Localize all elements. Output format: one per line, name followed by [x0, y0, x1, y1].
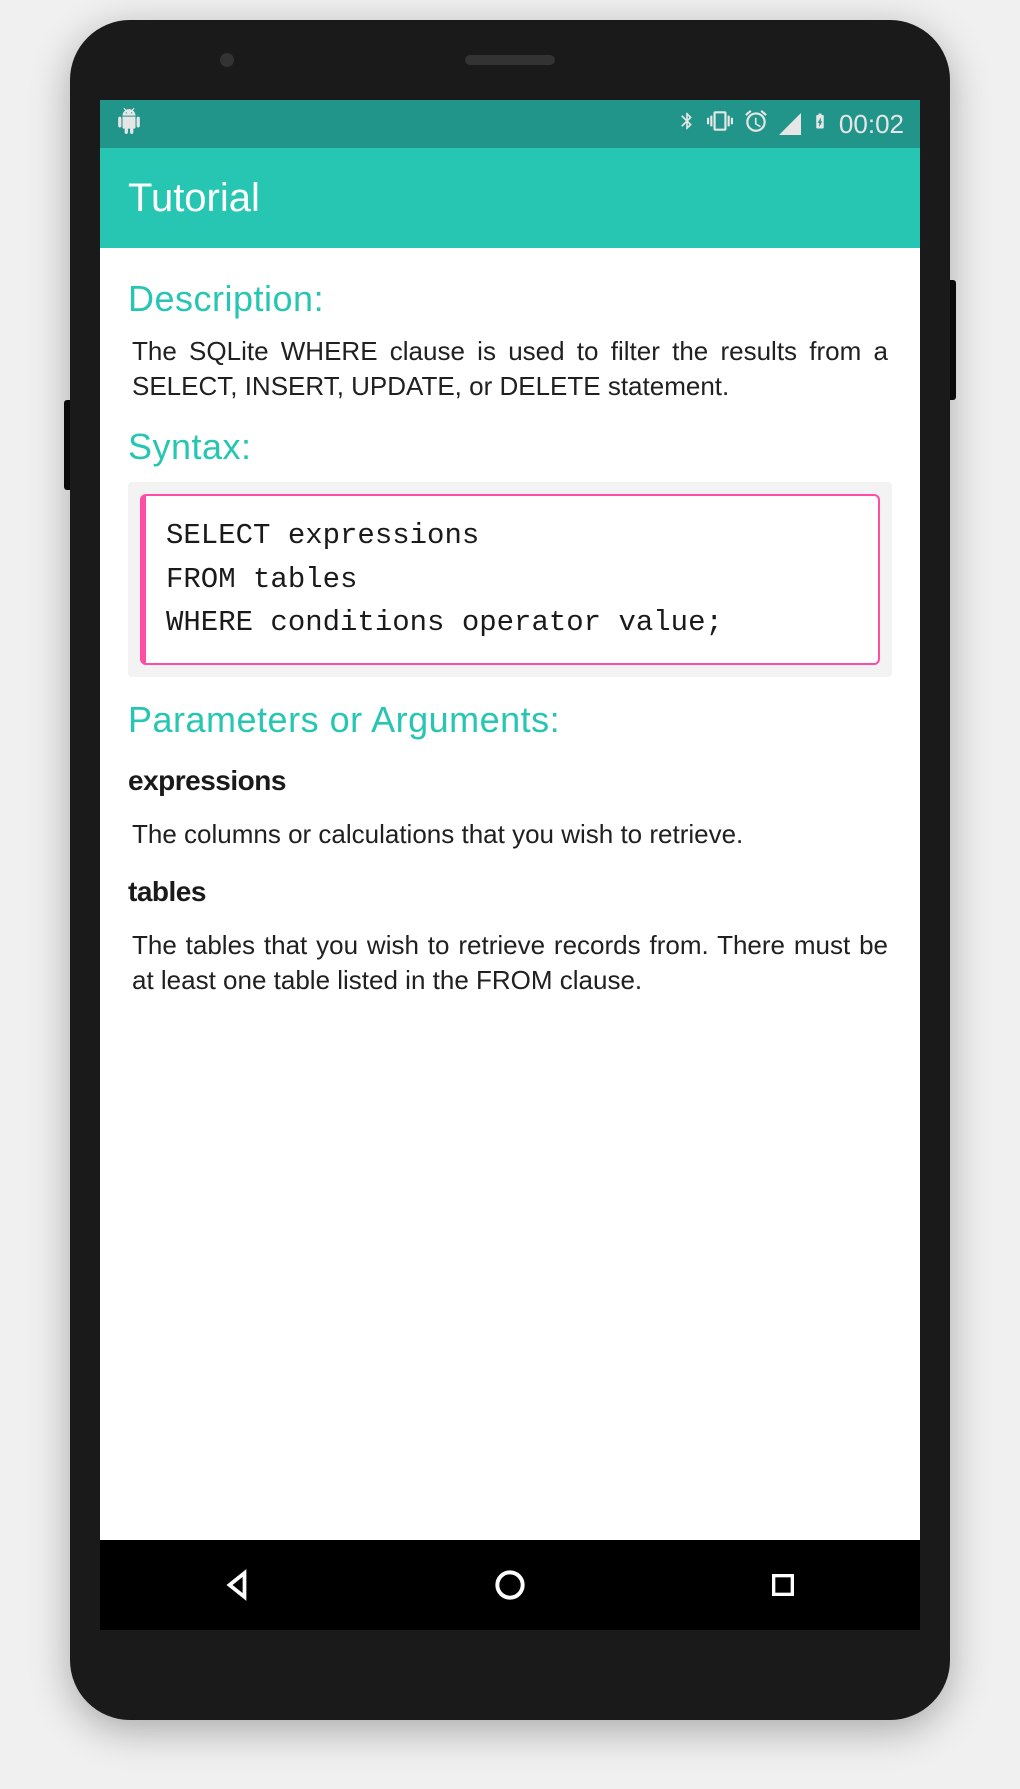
back-button[interactable] — [182, 1550, 292, 1620]
description-text: The SQLite WHERE clause is used to filte… — [128, 334, 892, 404]
param-desc: The columns or calculations that you wis… — [128, 817, 892, 852]
syntax-code: SELECT expressions FROM tables WHERE con… — [140, 494, 880, 665]
recents-button[interactable] — [728, 1550, 838, 1620]
signal-icon — [779, 113, 801, 135]
syntax-heading: Syntax: — [128, 426, 892, 468]
phone-top-hardware — [70, 20, 950, 100]
home-button[interactable] — [455, 1550, 565, 1620]
param-name: expressions — [128, 765, 892, 797]
power-button — [950, 280, 956, 400]
status-bar: 00:02 — [100, 100, 920, 148]
status-left — [116, 108, 142, 141]
battery-icon — [811, 108, 829, 141]
content-scroll[interactable]: Description: The SQLite WHERE clause is … — [100, 248, 920, 1540]
status-right: 00:02 — [677, 108, 904, 141]
android-debug-icon — [116, 108, 142, 141]
bluetooth-icon — [677, 108, 697, 141]
param-desc: The tables that you wish to retrieve rec… — [128, 928, 892, 998]
speaker-grille — [465, 55, 555, 65]
app-title: Tutorial — [128, 176, 260, 221]
param-name: tables — [128, 876, 892, 908]
vibrate-icon — [707, 108, 733, 141]
alarm-icon — [743, 108, 769, 141]
volume-button — [64, 400, 70, 490]
description-heading: Description: — [128, 278, 892, 320]
params-heading: Parameters or Arguments: — [128, 699, 892, 741]
status-time: 00:02 — [839, 109, 904, 140]
nav-bar — [100, 1540, 920, 1630]
phone-frame: 00:02 Tutorial Description: The SQLite W… — [70, 20, 950, 1720]
app-bar: Tutorial — [100, 148, 920, 248]
code-block-container: SELECT expressions FROM tables WHERE con… — [128, 482, 892, 677]
camera-dot — [220, 53, 234, 67]
screen: 00:02 Tutorial Description: The SQLite W… — [100, 100, 920, 1630]
